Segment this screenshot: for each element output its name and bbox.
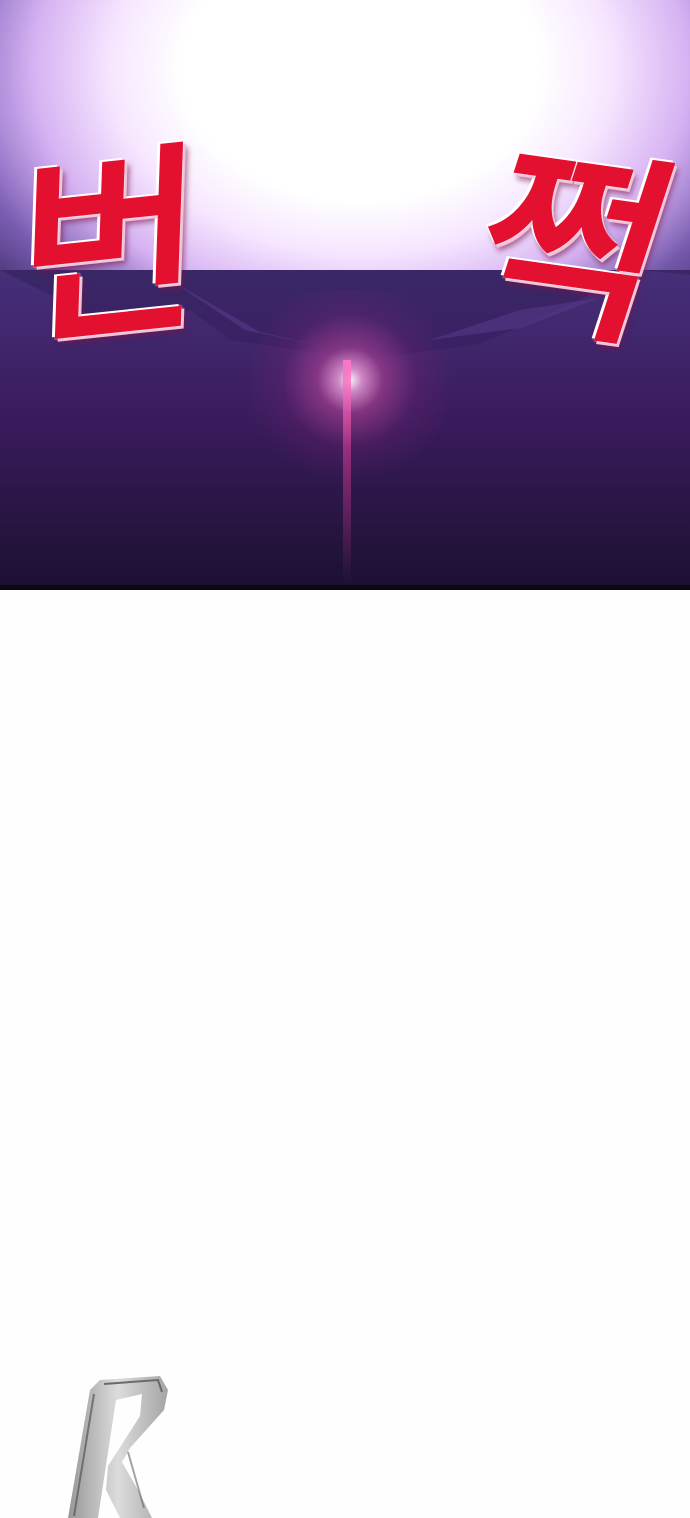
sfx-left: 번 xyxy=(14,122,206,377)
partial-figure-sketch xyxy=(68,1376,168,1518)
light-beam xyxy=(343,360,351,585)
flash-panel: 번 쩍 xyxy=(0,0,690,585)
comic-page: 번 쩍 xyxy=(0,0,690,1518)
panel-border xyxy=(0,585,690,590)
